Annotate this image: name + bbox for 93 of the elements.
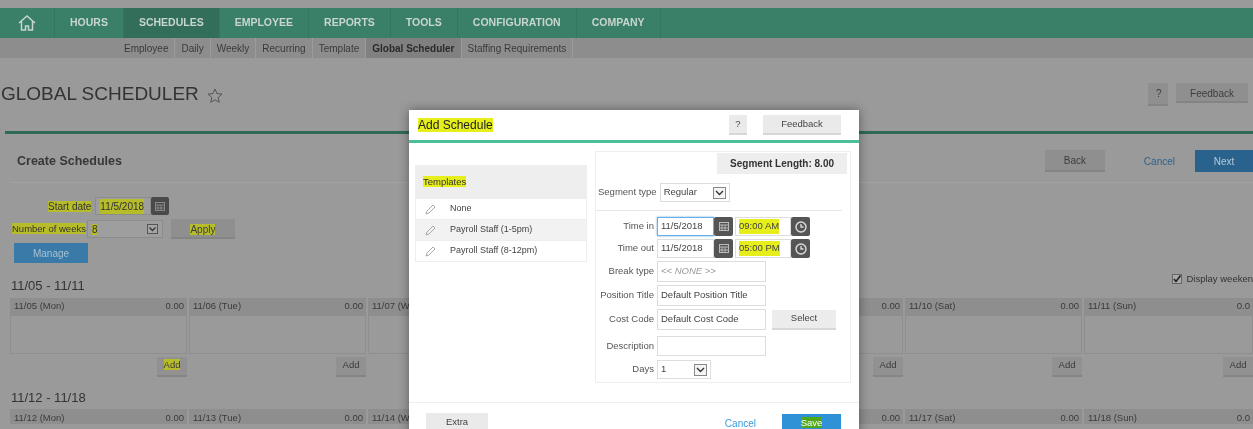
- page-title: GLOBAL SCHEDULER: [1, 82, 199, 107]
- calendar-button[interactable]: [714, 217, 733, 236]
- clock-icon: [794, 220, 807, 233]
- segment-type-select[interactable]: Regular: [659, 183, 730, 202]
- add-button[interactable]: Add: [1223, 356, 1253, 377]
- cost-code-field[interactable]: Default Cost Code: [657, 309, 766, 330]
- star-icon[interactable]: [206, 87, 223, 103]
- segment-type-label: Segment type: [598, 185, 657, 200]
- checkbox[interactable]: [1172, 274, 1183, 285]
- help-button[interactable]: ?: [1148, 83, 1168, 106]
- field-label: Position Title: [599, 288, 654, 303]
- sub-nav-tab[interactable]: Daily: [175, 38, 211, 58]
- pencil-icon: [425, 224, 436, 236]
- cancel-link[interactable]: Cancel: [718, 415, 762, 429]
- day-label: 11/06 (Tue): [193, 299, 242, 314]
- templates-heading: Templates: [423, 174, 467, 189]
- calendar-icon: [155, 201, 166, 211]
- template-item[interactable]: Payroll Staff (1-5pm): [416, 219, 586, 240]
- home-icon: [18, 15, 36, 31]
- sub-nav-tab[interactable]: Employee: [118, 38, 176, 58]
- segment-length: Segment Length: 8.00: [717, 153, 847, 174]
- day-hours: 0.00: [165, 299, 184, 314]
- pencil-icon: [425, 203, 436, 215]
- field-label: Break type: [607, 264, 654, 279]
- days-select[interactable]: 1: [657, 360, 711, 379]
- clock-button[interactable]: [791, 239, 810, 258]
- sub-nav-tab[interactable]: Weekly: [210, 38, 257, 58]
- cancel-link[interactable]: Cancel: [1137, 152, 1181, 170]
- clock-icon: [794, 242, 807, 255]
- field-label: Time in: [622, 219, 654, 234]
- feedback-button[interactable]: Feedback: [763, 114, 841, 135]
- day-hours: 0.00: [881, 299, 900, 314]
- calendar-icon: [718, 222, 729, 231]
- weeks-select[interactable]: 8: [86, 220, 163, 238]
- day-label: 11/18 (Sun): [1088, 410, 1137, 424]
- add-button[interactable]: Add: [873, 356, 903, 377]
- nav-tab[interactable]: SCHEDULES: [123, 8, 220, 38]
- week-range-heading: 11/05 - 11/11: [10, 277, 85, 295]
- section-title: Create Schedules: [17, 152, 122, 170]
- caret-icon: [712, 186, 726, 199]
- add-button[interactable]: Add: [336, 356, 366, 377]
- day-label: 11/07 (W: [372, 299, 410, 314]
- weeks-label: Number of weeks: [12, 221, 86, 236]
- sub-nav-tab[interactable]: Global Scheduler: [366, 38, 462, 58]
- feedback-button[interactable]: Feedback: [1176, 83, 1248, 103]
- time-field[interactable]: 09:00 AM: [735, 217, 791, 236]
- caret-icon: [146, 224, 158, 234]
- day-label: 11/11 (Sun): [1088, 299, 1137, 314]
- manage-button[interactable]: Manage: [14, 243, 88, 263]
- position-title-field[interactable]: Default Position Title: [657, 285, 766, 306]
- day-hours: 0.00: [1060, 410, 1079, 424]
- break-type-field[interactable]: << NONE >>: [657, 261, 766, 282]
- day-label: 11/17 (Sat): [909, 410, 956, 424]
- day-hours: 0.00: [344, 410, 363, 424]
- back-button[interactable]: Back: [1044, 150, 1105, 172]
- dialog-title: Add Schedule: [418, 117, 493, 134]
- checkbox-label[interactable]: Display weeken: [1186, 272, 1253, 287]
- sub-nav-tab[interactable]: Staffing Requirements: [461, 38, 574, 58]
- field-label: Time out: [616, 241, 654, 256]
- time-field[interactable]: 05:00 PM: [735, 239, 791, 258]
- caret-icon: [694, 363, 707, 376]
- day-label: 11/10 (Sat): [909, 299, 956, 314]
- clock-button[interactable]: [791, 217, 810, 236]
- date-field[interactable]: 11/5/2018: [657, 239, 714, 258]
- calendar-button[interactable]: [714, 239, 733, 258]
- extra-button[interactable]: Extra: [426, 413, 488, 429]
- day-hours: 0.00: [165, 410, 184, 424]
- week-range-heading: 11/12 - 11/18: [10, 388, 86, 407]
- field-label: Cost Code: [608, 312, 654, 327]
- sub-nav-tab[interactable]: Recurring: [256, 38, 313, 58]
- day-hours: 0.0: [1236, 410, 1250, 424]
- pencil-icon: [425, 245, 436, 257]
- add-button[interactable]: Add: [1052, 356, 1082, 377]
- field-label: Days: [631, 362, 654, 377]
- day-label: 11/12 (Mon): [14, 410, 65, 424]
- date-field[interactable]: 11/5/2018: [657, 217, 714, 236]
- day-hours: 0.00: [1060, 299, 1079, 314]
- day-label: 11/14 (W: [372, 410, 410, 424]
- description-field[interactable]: [657, 336, 766, 356]
- day-label: 11/13 (Tue): [193, 410, 242, 424]
- field-label: Description: [605, 338, 654, 353]
- next-button[interactable]: Next: [1195, 150, 1253, 172]
- select-button[interactable]: Select: [772, 309, 836, 330]
- day-label: 11/05 (Mon): [14, 299, 65, 314]
- day-hours: 0.0: [1236, 299, 1250, 314]
- day-hours: 0.00: [344, 299, 363, 314]
- calendar-button[interactable]: [151, 197, 170, 215]
- day-hours: 0.00: [881, 410, 900, 424]
- calendar-icon: [718, 244, 729, 253]
- start-date-label: Start date: [48, 199, 92, 214]
- save-button[interactable]: Save: [782, 413, 841, 429]
- start-date-field[interactable]: 11/5/2018: [95, 197, 152, 215]
- help-button[interactable]: ?: [729, 114, 747, 136]
